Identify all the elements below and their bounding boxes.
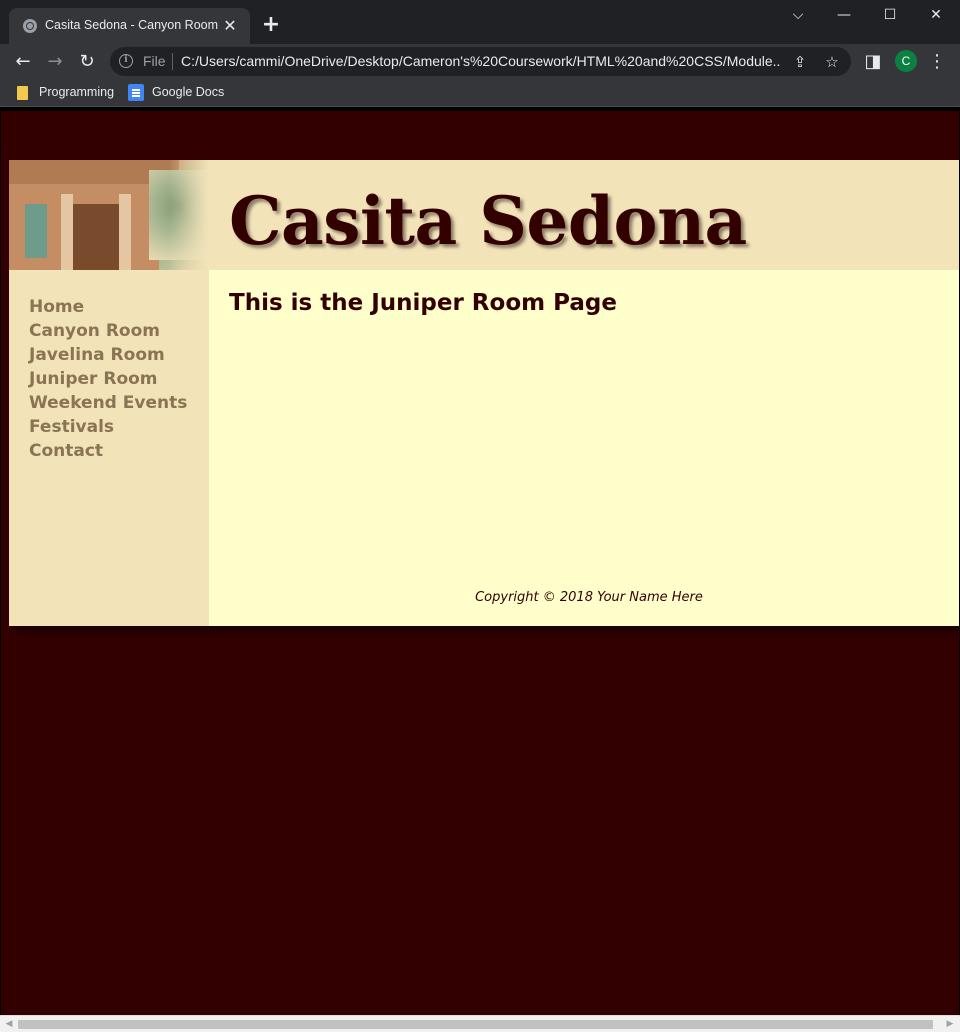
share-icon[interactable]: ⇪ xyxy=(789,51,811,73)
nav-link-weekend-events[interactable]: Weekend Events xyxy=(29,391,209,415)
nav-link-javelina-room[interactable]: Javelina Room xyxy=(29,343,209,367)
scroll-right-icon[interactable]: ▶ xyxy=(944,1018,956,1030)
reload-icon[interactable]: ↻ xyxy=(74,49,100,75)
scrollbar-thumb[interactable] xyxy=(18,1020,933,1029)
minimize-button[interactable]: — xyxy=(821,0,867,30)
browser-titlebar: Casita Sedona - Canyon Room ✕ + ⌵ — ☐ ✕ xyxy=(0,0,960,44)
bookmark-google-docs[interactable]: Google Docs xyxy=(152,85,224,99)
nav-link-festivals[interactable]: Festivals xyxy=(29,415,209,439)
google-docs-icon xyxy=(128,84,144,101)
tab-title: Casita Sedona - Canyon Room xyxy=(45,18,219,32)
site-nav: Home Canyon Room Javelina Room Juniper R… xyxy=(9,270,209,626)
bookmarks-bar: Programming Google Docs xyxy=(0,79,960,107)
page-viewport: Casita Sedona Home Canyon Room Javelina … xyxy=(1,111,959,1015)
back-arrow-icon[interactable]: ← xyxy=(10,49,36,75)
nav-link-home[interactable]: Home xyxy=(29,295,209,319)
browser-toolbar: ← → ↻ i File C:/Users/cammi/OneDrive/Des… xyxy=(0,44,960,79)
profile-avatar[interactable]: C xyxy=(895,50,917,72)
footer-copyright: Copyright © 2018 Your Name Here xyxy=(475,590,703,605)
url-text[interactable]: C:/Users/cammi/OneDrive/Desktop/Cameron'… xyxy=(181,53,781,69)
maximize-button[interactable]: ☐ xyxy=(867,0,913,30)
bookmark-programming[interactable]: Programming xyxy=(39,85,114,99)
info-icon[interactable]: i xyxy=(119,54,133,68)
nav-link-juniper-room[interactable]: Juniper Room xyxy=(29,367,209,391)
browser-tab[interactable]: Casita Sedona - Canyon Room ✕ xyxy=(9,8,250,44)
nav-link-contact[interactable]: Contact xyxy=(29,439,209,463)
address-separator xyxy=(172,53,173,70)
horizontal-scrollbar[interactable]: ◀ ▶ xyxy=(0,1015,960,1032)
globe-icon xyxy=(23,19,37,33)
bookmark-star-icon[interactable]: ☆ xyxy=(821,51,843,73)
header-photo xyxy=(9,160,209,270)
site-wrapper: Casita Sedona Home Canyon Room Javelina … xyxy=(9,160,959,626)
side-panel-icon[interactable]: ◨ xyxy=(860,49,886,75)
url-scheme-label: File xyxy=(143,53,166,69)
menu-icon[interactable]: ⋮ xyxy=(924,49,950,75)
page-heading: This is the Juniper Room Page xyxy=(229,290,617,316)
address-bar[interactable]: i File C:/Users/cammi/OneDrive/Desktop/C… xyxy=(110,47,851,76)
site-title: Casita Sedona xyxy=(229,182,747,260)
forward-arrow-icon[interactable]: → xyxy=(42,49,68,75)
tab-search-icon[interactable]: ⌵ xyxy=(775,0,821,30)
close-window-button[interactable]: ✕ xyxy=(913,0,959,30)
new-tab-button[interactable]: + xyxy=(259,14,283,38)
main-content: This is the Juniper Room Page Copyright … xyxy=(209,270,959,626)
scroll-left-icon[interactable]: ◀ xyxy=(3,1018,15,1030)
folder-icon xyxy=(17,86,28,100)
tab-close-icon[interactable]: ✕ xyxy=(220,16,240,36)
nav-link-canyon-room[interactable]: Canyon Room xyxy=(29,319,209,343)
site-header: Casita Sedona xyxy=(9,160,959,270)
